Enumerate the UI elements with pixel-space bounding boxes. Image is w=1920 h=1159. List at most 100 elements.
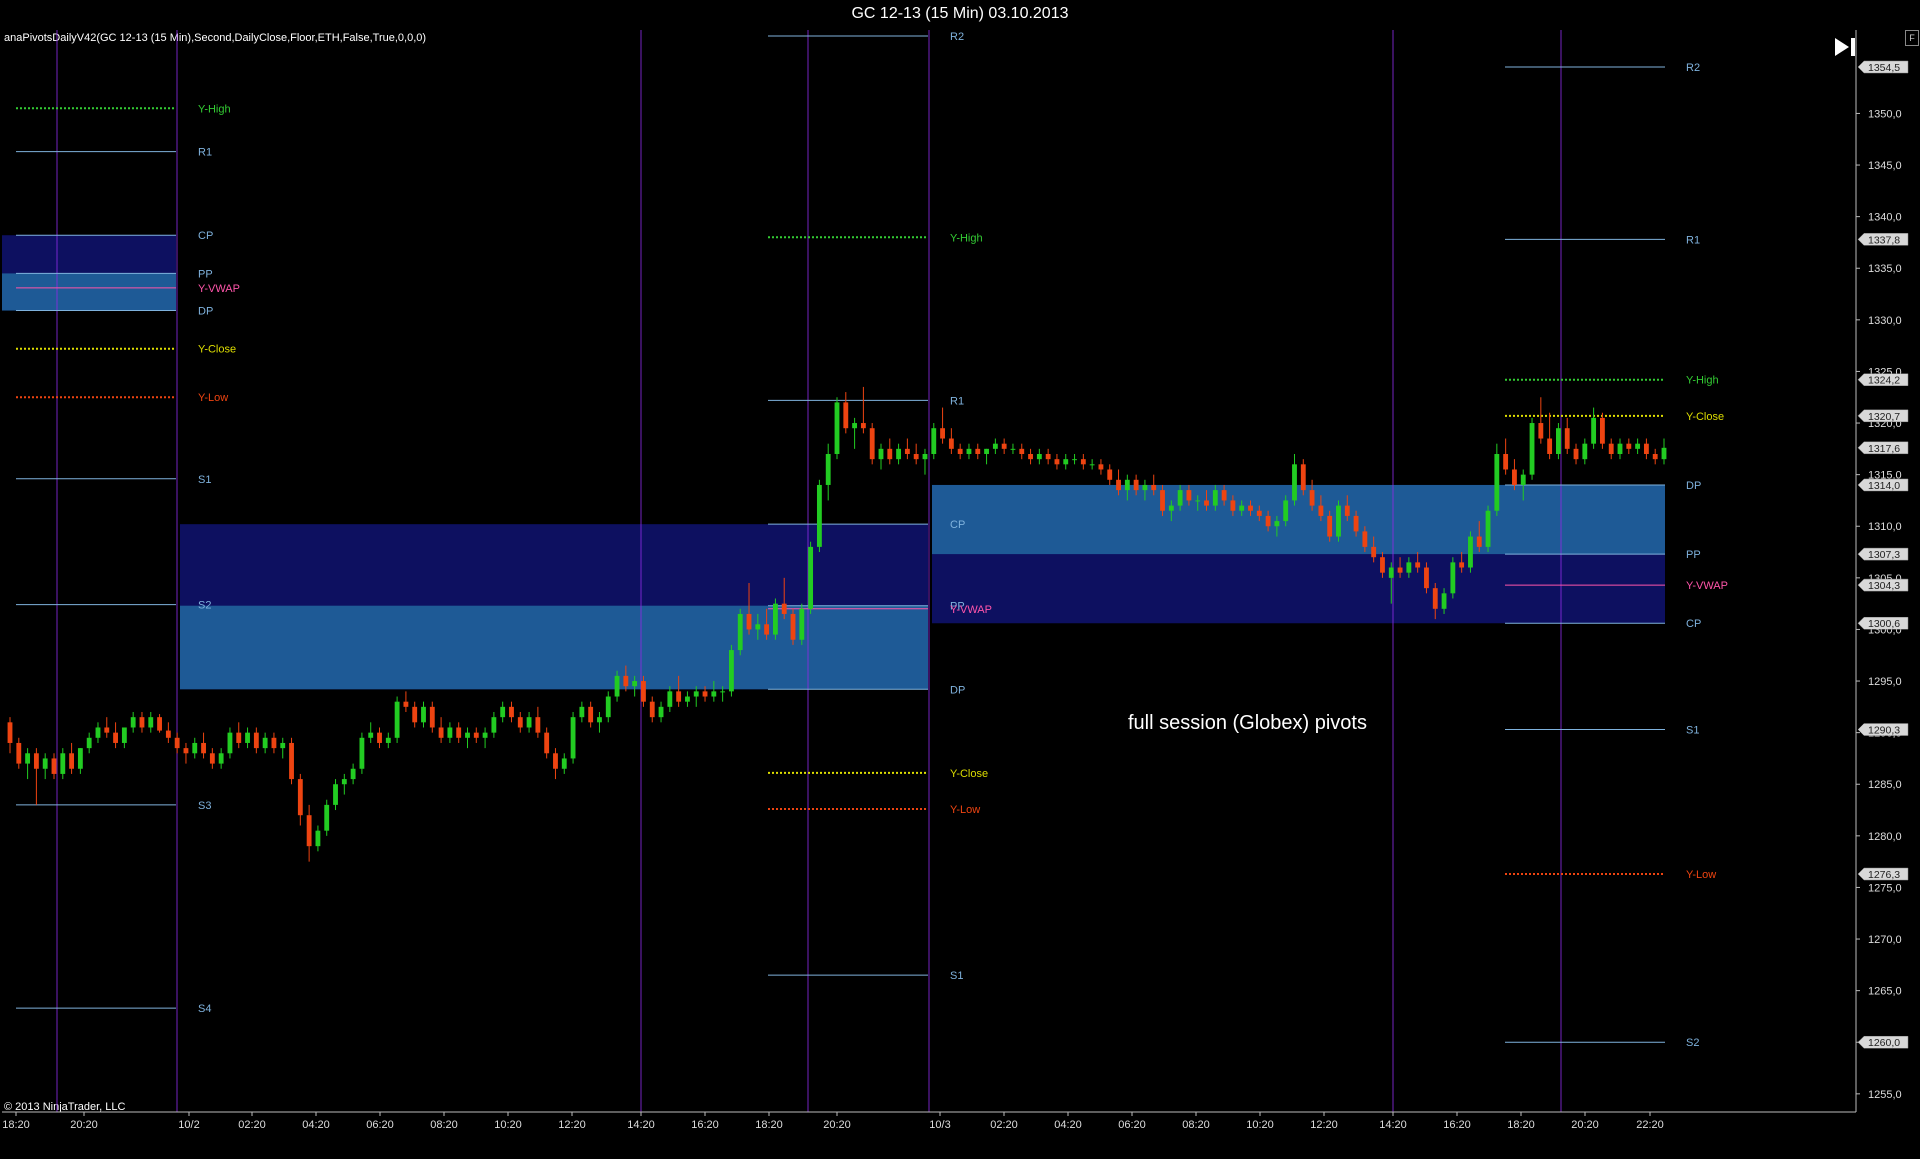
time-tick-label: 12:20 xyxy=(1310,1119,1338,1131)
pivot-label-r1: R1 xyxy=(198,147,212,159)
candle-body xyxy=(746,613,752,630)
candle-body xyxy=(227,732,233,754)
candle-body xyxy=(693,691,699,697)
candle-body xyxy=(315,830,321,847)
candle-body xyxy=(1309,490,1315,506)
candle-body xyxy=(992,443,998,449)
price-chart[interactable]: Y-High R1 CP PP Y-VWAP DP Y-Close Y-Low S1 S2 S3 S4… xyxy=(0,0,1920,1159)
corner-button[interactable]: F xyxy=(1905,30,1919,46)
candle-body xyxy=(1380,557,1385,573)
candle-body xyxy=(1520,474,1526,485)
candle-body xyxy=(385,737,391,743)
candle-body xyxy=(1168,505,1174,511)
scroll-to-end-button[interactable] xyxy=(1832,34,1858,60)
price-tick-label: 1295,0 xyxy=(1868,676,1902,688)
candle-body xyxy=(1468,536,1473,568)
candle-body xyxy=(121,727,127,743)
candle-body xyxy=(412,706,418,723)
candle-body xyxy=(957,448,963,454)
candle-body xyxy=(1564,428,1570,449)
candle-body xyxy=(641,681,646,702)
candle-body xyxy=(1116,479,1121,491)
candle-body xyxy=(1124,479,1130,491)
candle-body xyxy=(825,454,831,485)
candle-body xyxy=(1212,490,1218,506)
candle-body xyxy=(544,732,550,754)
pivot-label-s1: S1 xyxy=(198,474,211,486)
candle-body xyxy=(1353,515,1359,532)
candle-body xyxy=(491,717,497,733)
candle-body xyxy=(1248,505,1253,511)
candle-body xyxy=(262,737,268,749)
candle-body xyxy=(517,717,523,728)
candle-body xyxy=(1036,454,1042,460)
price-axis: 1255,0 1260,0 1265,0 1270,0 1275,0 1280,0 1285… xyxy=(1855,30,1909,1112)
candle-body xyxy=(438,727,444,738)
candle-body xyxy=(1397,567,1403,573)
time-tick-label: 06:20 xyxy=(1118,1119,1146,1131)
candle-body xyxy=(1274,521,1280,527)
candle-body xyxy=(887,448,893,460)
price-tick-label: 1345,0 xyxy=(1868,160,1902,172)
candle-body xyxy=(1643,443,1649,454)
time-axis: 18:20 20:20 10/2 02:20 04:20 06:20 08:20 10:20 1… xyxy=(2,1111,1856,1131)
candle-body xyxy=(1142,484,1148,491)
candle-body xyxy=(561,758,567,769)
candle-body xyxy=(33,753,39,769)
candle-body xyxy=(174,737,180,749)
candle-body xyxy=(1336,505,1341,537)
pivot-label-y-low: Y-Low xyxy=(1686,869,1716,881)
price-tag-label: 1337,8 xyxy=(1868,234,1900,246)
candle-body xyxy=(852,423,858,429)
price-tag-label: 1317,6 xyxy=(1868,443,1900,455)
price-tick-label: 1350,0 xyxy=(1868,108,1902,120)
candle-body xyxy=(1195,500,1201,502)
candle-body xyxy=(1415,562,1421,568)
price-tick-label: 1270,0 xyxy=(1868,934,1902,946)
candle-body xyxy=(984,448,989,454)
pivot-label-pp: PP xyxy=(1686,549,1701,561)
pivot-label-dp: DP xyxy=(198,306,213,318)
candle-body xyxy=(685,696,690,702)
candle-body xyxy=(25,753,31,764)
pivot-zone-light xyxy=(932,484,1665,555)
pivot-label-y-vwap: Y-VWAP xyxy=(198,283,240,295)
candle-body xyxy=(192,742,198,754)
candle-body xyxy=(1283,500,1289,522)
candle-body xyxy=(1098,464,1104,470)
candle-body xyxy=(253,732,259,749)
candle-body xyxy=(667,691,673,707)
candle-body xyxy=(86,737,92,749)
candle-body xyxy=(966,448,972,454)
candle-body xyxy=(148,717,154,728)
candle-body xyxy=(869,428,875,460)
candle-body xyxy=(60,753,66,774)
candle-body xyxy=(904,448,910,454)
candle-body xyxy=(1292,464,1297,501)
pivot-label-r2: R2 xyxy=(950,31,964,43)
candle-body xyxy=(1107,469,1113,480)
candle-body xyxy=(456,727,462,738)
candle-body xyxy=(1441,593,1447,609)
candle-body xyxy=(623,675,629,687)
candle-body xyxy=(860,423,866,429)
candle-body xyxy=(368,732,374,738)
candle-body xyxy=(1300,464,1306,491)
candle-body xyxy=(95,727,101,738)
time-tick-label: 16:20 xyxy=(691,1119,719,1131)
time-tick-label: 14:20 xyxy=(1379,1119,1407,1131)
time-tick-label: 08:20 xyxy=(1182,1119,1210,1131)
candle-body xyxy=(1204,500,1209,506)
candle-body xyxy=(1450,562,1456,594)
time-tick-label: 12:20 xyxy=(558,1119,586,1131)
candle-body xyxy=(799,608,805,640)
pivot-label-cp: CP xyxy=(950,519,965,531)
price-tick-label: 1285,0 xyxy=(1868,779,1902,791)
pivot-label-r1: R1 xyxy=(950,395,964,407)
candle-body xyxy=(772,603,778,635)
candle-body xyxy=(931,428,937,454)
time-tick-label: 02:20 xyxy=(238,1119,266,1131)
price-tick-label: 1335,0 xyxy=(1868,263,1902,275)
candle-body xyxy=(834,402,840,454)
candle-body xyxy=(350,768,356,780)
